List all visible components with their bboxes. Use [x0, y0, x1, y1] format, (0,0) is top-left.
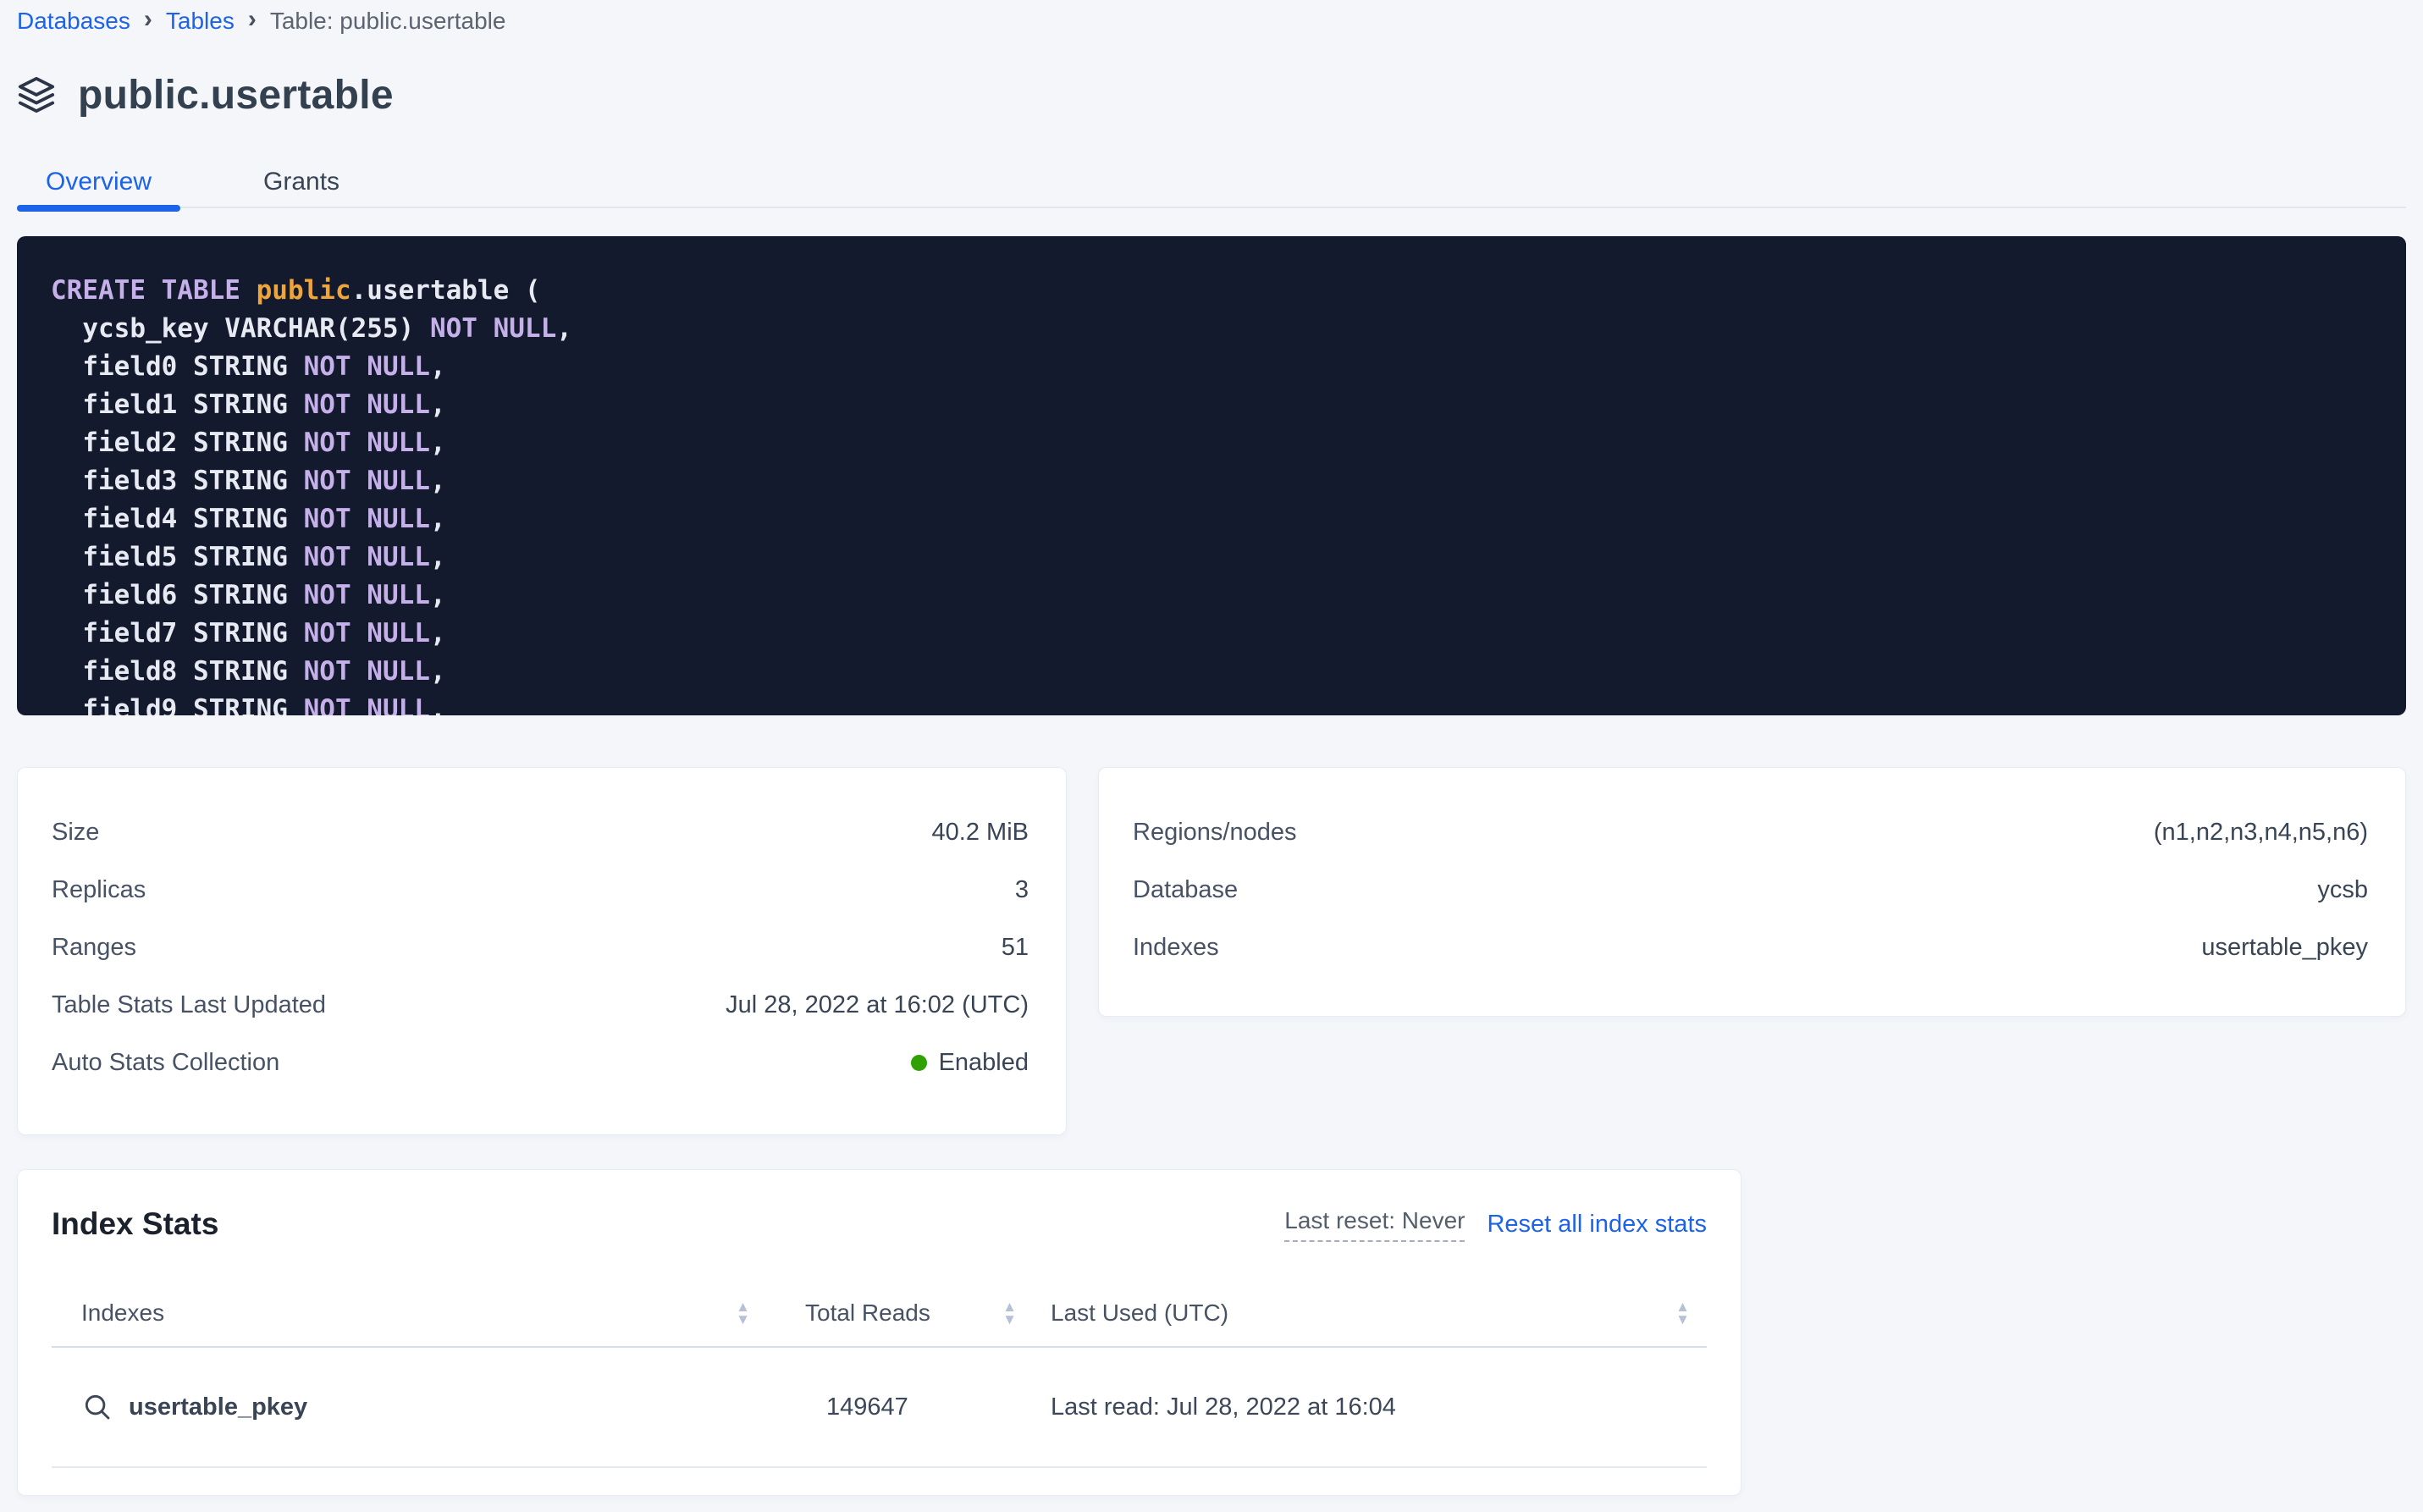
index-stats-title: Index Stats: [52, 1206, 218, 1242]
index-name-cell[interactable]: usertable_pkey: [81, 1391, 750, 1423]
overview-stats: Size 40.2 MiB Replicas 3 Ranges 51 Table Stats…: [17, 767, 2406, 1135]
code-line: field5 STRING NOT NULL,: [51, 538, 2372, 577]
stat-label: Regions/nodes: [1133, 819, 1296, 847]
code-line: field7 STRING NOT NULL,: [51, 615, 2372, 653]
tab-grants[interactable]: Grants: [235, 157, 368, 207]
stat-label: Table Stats Last Updated: [52, 991, 326, 1019]
column-header-last-used-utc[interactable]: Last Used (UTC)▲▼: [1051, 1300, 1690, 1327]
sort-icon[interactable]: ▲▼: [736, 1300, 750, 1326]
stat-value-text: 3: [1015, 876, 1029, 904]
index-table-header: Indexes▲▼ Total Reads▲▼ Last Used (UTC)▲▼: [52, 1280, 1707, 1348]
sort-icon[interactable]: ▲▼: [1002, 1300, 1017, 1326]
stat-row: Size 40.2 MiB: [52, 803, 1029, 861]
stat-value: 40.2 MiB: [932, 819, 1029, 847]
stat-value-text: (n1,n2,n3,n4,n5,n6): [2154, 819, 2368, 847]
code-line: field0 STRING NOT NULL,: [51, 348, 2372, 386]
breadcrumb-separator-icon: ›: [144, 7, 152, 32]
create-statement-code: CREATE TABLE public.usertable ( ycsb_key…: [51, 272, 2372, 715]
code-line: CREATE TABLE public.usertable (: [51, 272, 2372, 310]
code-line: ycsb_key VARCHAR(255) NOT NULL,: [51, 310, 2372, 348]
last-reset-label[interactable]: Last reset: Never: [1284, 1207, 1465, 1242]
stat-label: Replicas: [52, 876, 146, 904]
search-icon: [81, 1391, 113, 1423]
index-name: usertable_pkey: [129, 1393, 307, 1421]
index-stats-card: Index Stats Last reset: Never Reset all …: [17, 1169, 1741, 1496]
stat-label: Indexes: [1133, 934, 1219, 962]
create-statement-card: CREATE TABLE public.usertable ( ycsb_key…: [17, 236, 2406, 715]
index-stats-actions: Last reset: Never Reset all index stats: [1284, 1207, 1707, 1242]
breadcrumb-separator-icon: ›: [248, 7, 257, 32]
stat-row: Table Stats Last Updated Jul 28, 2022 at …: [52, 976, 1029, 1034]
last-used-cell: Last read: Jul 28, 2022 at 16:04: [1051, 1393, 1690, 1421]
database-stats-card: Regions/nodes (n1,n2,n3,n4,n5,n6) Database…: [1098, 767, 2406, 1017]
reset-index-stats-link[interactable]: Reset all index stats: [1487, 1211, 1707, 1239]
stat-value-text: 40.2 MiB: [932, 819, 1029, 847]
index-stats-header: Index Stats Last reset: Never Reset all …: [52, 1202, 1707, 1246]
stat-value-text: 51: [1002, 934, 1029, 962]
stat-value: Jul 28, 2022 at 16:02 (UTC): [726, 991, 1029, 1019]
breadcrumb-current: Table: public.usertable: [270, 8, 506, 35]
stat-value: 3: [1015, 876, 1029, 904]
stat-value-text: usertable_pkey: [2201, 934, 2368, 962]
page-title: public.usertable: [78, 72, 394, 119]
stat-label: Database: [1133, 876, 1238, 904]
tab-overview[interactable]: Overview: [17, 157, 180, 207]
sort-icon[interactable]: ▲▼: [1675, 1300, 1690, 1326]
table-layers-icon: [17, 75, 56, 114]
page-header: public.usertable: [17, 68, 2406, 122]
breadcrumb-link-databases[interactable]: Databases: [17, 8, 130, 35]
stat-value-text: Enabled: [939, 1049, 1029, 1077]
column-header-total-reads[interactable]: Total Reads▲▼: [805, 1300, 1017, 1327]
stat-value-text: Jul 28, 2022 at 16:02 (UTC): [726, 991, 1029, 1019]
stat-row: Database ycsb: [1133, 861, 2368, 919]
breadcrumb: Databases › Tables › Table: public.usertable: [17, 5, 2406, 37]
stat-value-text: ycsb: [2317, 876, 2368, 904]
stat-label: Auto Stats Collection: [52, 1049, 279, 1077]
stat-value: usertable_pkey: [2201, 934, 2368, 962]
code-line: field8 STRING NOT NULL,: [51, 653, 2372, 691]
breadcrumb-link-tables[interactable]: Tables: [166, 8, 235, 35]
stat-row: Ranges 51: [52, 919, 1029, 976]
stat-row: Regions/nodes (n1,n2,n3,n4,n5,n6): [1133, 803, 2368, 861]
code-line: field2 STRING NOT NULL,: [51, 424, 2372, 462]
code-line: field9 STRING NOT NULL,: [51, 691, 2372, 715]
code-line: field1 STRING NOT NULL,: [51, 386, 2372, 424]
page: Databases › Tables › Table: public.usertable…: [0, 0, 2423, 1496]
stat-value: Enabled: [911, 1049, 1029, 1077]
stat-label: Ranges: [52, 934, 136, 962]
tabs: Overview Grants: [17, 157, 2406, 208]
stat-value: ycsb: [2317, 876, 2368, 904]
stat-label: Size: [52, 819, 99, 847]
status-dot-icon: [911, 1055, 927, 1071]
table-stats-card: Size 40.2 MiB Replicas 3 Ranges 51 Table Stats…: [17, 767, 1067, 1135]
code-line: field6 STRING NOT NULL,: [51, 577, 2372, 615]
code-line: field3 STRING NOT NULL,: [51, 462, 2372, 500]
stat-value: 51: [1002, 934, 1029, 962]
table-row: usertable_pkey 149647 Last read: Jul 28, 2…: [52, 1348, 1707, 1468]
column-header-indexes[interactable]: Indexes▲▼: [81, 1300, 750, 1327]
stat-row: Auto Stats Collection Enabled: [52, 1034, 1029, 1091]
total-reads-cell: 149647: [805, 1393, 1017, 1421]
code-line: field4 STRING NOT NULL,: [51, 500, 2372, 538]
stat-row: Indexes usertable_pkey: [1133, 919, 2368, 976]
stat-row: Replicas 3: [52, 861, 1029, 919]
index-table-body: usertable_pkey 149647 Last read: Jul 28, 2…: [52, 1348, 1707, 1468]
stat-value: (n1,n2,n3,n4,n5,n6): [2154, 819, 2368, 847]
